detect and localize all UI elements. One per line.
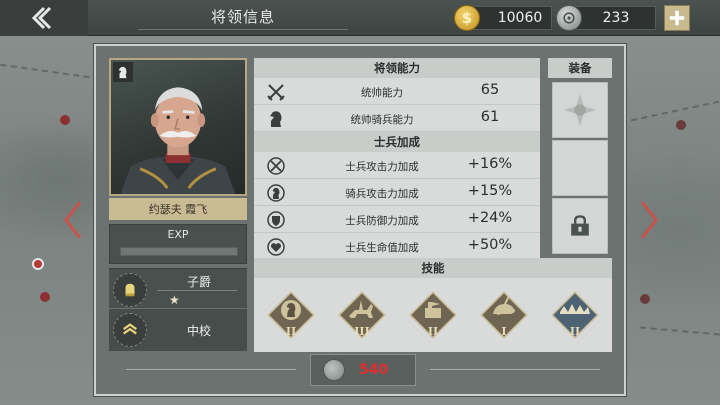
footer-divider-right [430, 369, 600, 370]
ability-label: 统帅能力 [361, 87, 403, 99]
skill-level: II [569, 325, 581, 338]
noble-title-section: 子爵 ★ [109, 268, 247, 308]
equipment-slot-medal[interactable] [552, 82, 608, 138]
previous-general-arrow[interactable] [62, 200, 84, 240]
knight-piece-icon [113, 62, 133, 82]
page-title: 将领信息 [138, 4, 348, 30]
bonus-label: 士兵攻击力加成 [345, 161, 419, 173]
military-rank-section: 中校 [109, 309, 247, 351]
skill-level: III [354, 325, 370, 338]
map-city-marker [676, 120, 686, 130]
medal-star-icon [563, 93, 597, 127]
skill-cavalry-charge[interactable]: III [333, 286, 391, 344]
equipment-slot-locked[interactable] [552, 198, 608, 254]
horse-head-icon [267, 184, 285, 202]
gold-coin-icon: $ [454, 5, 480, 31]
bonus-label: 士兵生命值加成 [345, 242, 419, 254]
skill-artillery[interactable]: II [404, 286, 462, 344]
skills-list: II III II I II [254, 278, 612, 352]
footer-divider-left [126, 369, 296, 370]
ability-value: 61 [480, 109, 500, 125]
skill-horse-head[interactable]: II [262, 286, 320, 344]
crossed-swords-icon [267, 84, 285, 101]
general-portrait [109, 58, 247, 196]
noble-title-text: 子爵 [186, 275, 211, 289]
medal-coin-icon [323, 359, 345, 381]
general-info-panel: 约瑟夫 霞飞 EXP 子爵 ★ 中校 将领能力 统帅能力 65 统帅骑兵能力 6… [94, 44, 626, 396]
skill-level: I [501, 325, 507, 338]
bonuses-heading-text: 士兵加成 [374, 135, 420, 149]
equipment-heading-text: 装备 [568, 61, 592, 75]
ability-value: 65 [480, 82, 500, 98]
upgrade-cost-button[interactable]: 540 [310, 354, 416, 386]
map-city-marker [40, 292, 50, 302]
heart-icon [267, 238, 285, 256]
general-name: 约瑟夫 霞飞 [109, 198, 247, 220]
general-name-text: 约瑟夫 霞飞 [148, 203, 208, 216]
skill-fortification[interactable]: II [546, 286, 604, 344]
star-icon: ★ [169, 293, 180, 307]
map-city-marker [60, 115, 70, 125]
ability-label: 统帅骑兵能力 [350, 114, 414, 126]
map-nation-marker [32, 258, 44, 270]
bonus-row-health: 士兵生命值加成 +50% [254, 233, 540, 260]
back-arrow-icon [31, 6, 52, 30]
page-title-text: 将领信息 [210, 8, 275, 26]
exp-label: EXP [167, 228, 189, 241]
ability-row-cavalry-command: 统帅骑兵能力 61 [254, 105, 540, 132]
plus-icon [669, 10, 685, 26]
horse-head-icon [270, 111, 282, 127]
bonus-label: 士兵防御力加成 [345, 215, 419, 227]
upgrade-cost-value: 540 [359, 362, 389, 378]
sword-shield-icon [267, 157, 285, 175]
medal-icon [556, 5, 582, 31]
equipment-slot-empty[interactable] [552, 140, 608, 196]
bonus-row-cavalry-attack: 骑兵攻击力加成 +15% [254, 179, 540, 206]
lock-icon [571, 215, 589, 236]
medal-counter: 233 [570, 6, 656, 30]
skills-heading-text: 技能 [421, 261, 445, 275]
equipment-heading: 装备 [548, 58, 612, 78]
bonus-row-attack: 士兵攻击力加成 +16% [254, 152, 540, 179]
shield-icon [267, 211, 285, 229]
exp-progress-bar [120, 247, 238, 256]
next-general-arrow[interactable] [638, 200, 660, 240]
medal-value: 233 [602, 10, 630, 26]
rank-chevron-icon [113, 313, 147, 347]
exp-section: EXP [109, 224, 247, 264]
top-bar: 将领信息 10060 $ 233 [0, 0, 720, 36]
gold-counter: 10060 [470, 6, 552, 30]
abilities-heading: 将领能力 [254, 58, 540, 78]
ability-row-command: 统帅能力 65 [254, 78, 540, 105]
bonus-value: +24% [467, 210, 513, 226]
bonus-value: +15% [467, 183, 513, 199]
back-button[interactable] [0, 0, 88, 36]
skill-level: II [427, 325, 439, 338]
bonus-value: +16% [467, 156, 513, 172]
gold-value: 10060 [497, 10, 543, 26]
bonus-label: 骑兵攻击力加成 [345, 188, 419, 200]
add-currency-button[interactable] [664, 5, 690, 31]
noble-helmet-icon [113, 273, 147, 307]
noble-title-divider [157, 290, 237, 291]
bonus-value: +50% [467, 237, 513, 253]
bonuses-heading: 士兵加成 [254, 132, 540, 152]
military-rank-text: 中校 [186, 324, 211, 338]
stats-table: 将领能力 统帅能力 65 统帅骑兵能力 61 士兵加成 士兵攻击力加成 +16%… [254, 58, 540, 260]
map-city-marker [640, 294, 650, 304]
bonus-row-defense: 士兵防御力加成 +24% [254, 206, 540, 233]
abilities-heading-text: 将领能力 [374, 61, 420, 75]
skills-heading: 技能 [254, 258, 612, 278]
skill-infantry-helmet[interactable]: I [475, 286, 533, 344]
skill-level: II [285, 325, 297, 338]
